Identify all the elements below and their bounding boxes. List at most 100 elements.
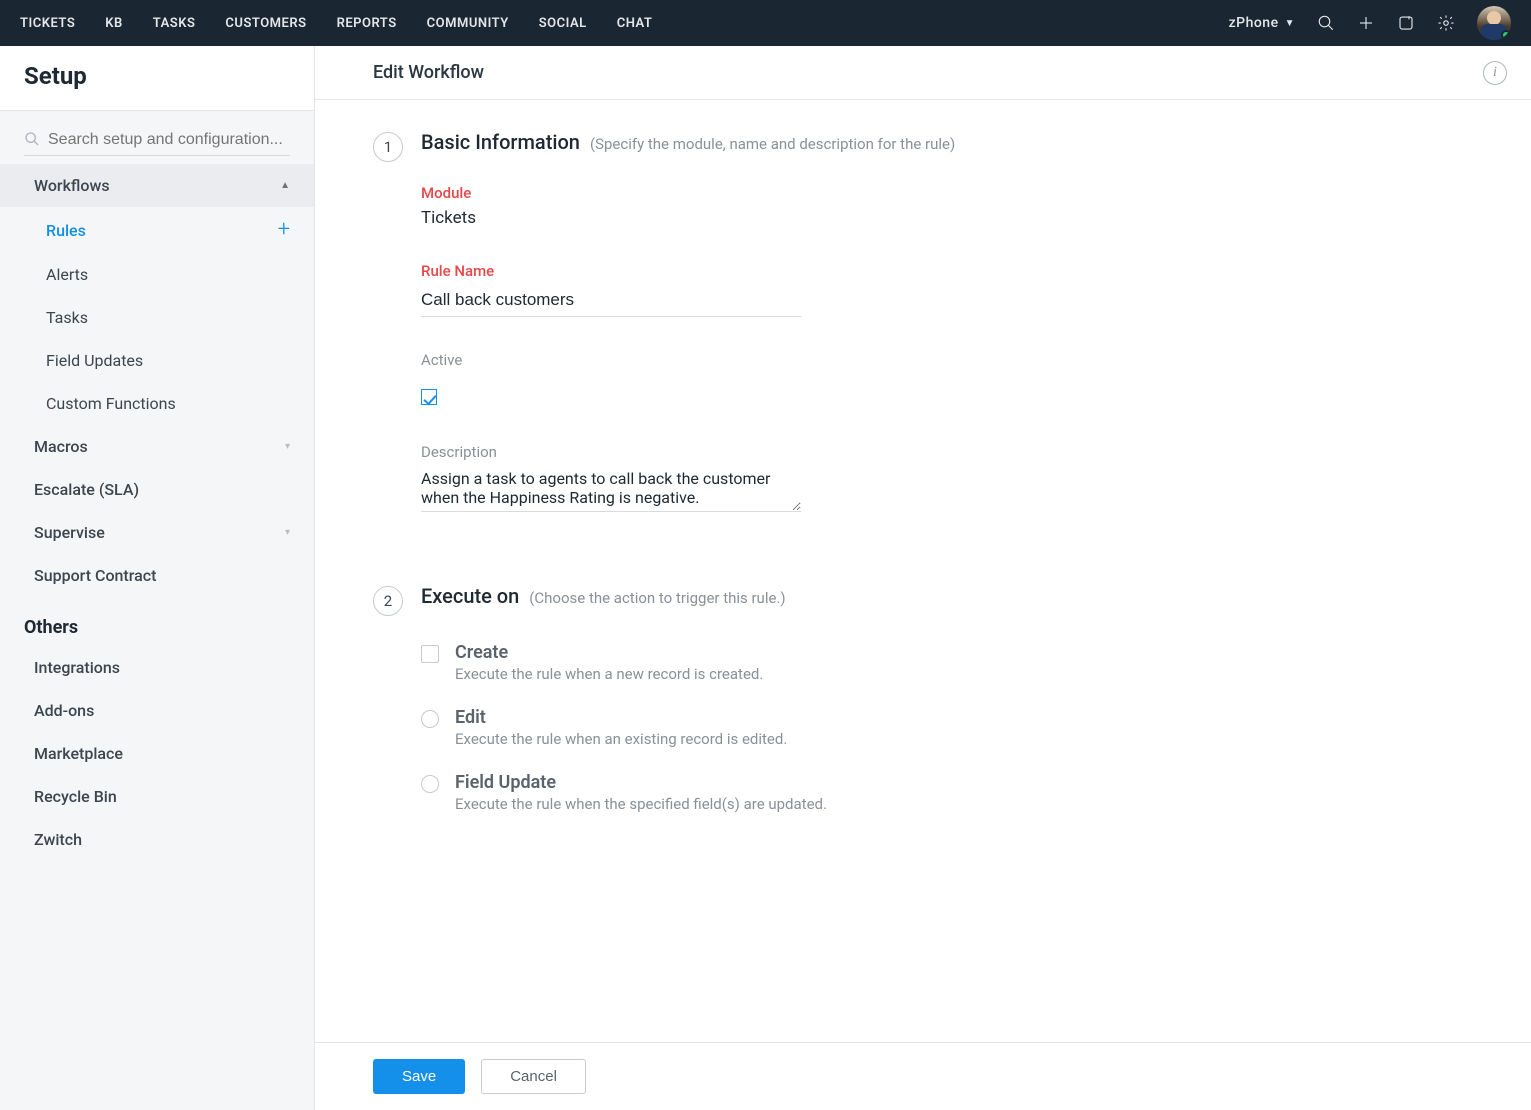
- sidebar-item-label: Add-ons: [34, 701, 94, 720]
- option-desc: Execute the rule when the specified fiel…: [455, 795, 827, 813]
- setup-title: Setup: [24, 62, 290, 90]
- sidebar-item-label: Marketplace: [34, 744, 123, 763]
- description-textarea[interactable]: [421, 467, 801, 512]
- brand-name: zPhone: [1229, 15, 1279, 31]
- nav-community[interactable]: COMMUNITY: [427, 16, 509, 31]
- content-header: Edit Workflow i: [315, 46, 1531, 100]
- step-basic-information: 1 Basic Information (Specify the module,…: [373, 130, 1471, 550]
- plus-icon[interactable]: [1357, 14, 1375, 32]
- sidebar-item-label: Rules: [46, 221, 86, 240]
- field-rule-name: Rule Name: [421, 262, 841, 317]
- option-create[interactable]: Create Execute the rule when a new recor…: [421, 642, 1471, 683]
- sidebar-item-label: Workflows: [34, 176, 110, 195]
- nav-chat[interactable]: CHAT: [617, 16, 653, 31]
- sidebar-item-support-contract[interactable]: Support Contract: [0, 554, 314, 597]
- sidebar-list: Workflows ▲ Rules + Alerts Tasks Field U…: [0, 164, 314, 1110]
- nav-kb[interactable]: KB: [105, 16, 123, 31]
- sidebar-item-field-updates[interactable]: Field Updates: [0, 339, 314, 382]
- step-hint: (Choose the action to trigger this rule.…: [529, 589, 785, 607]
- step-hint: (Specify the module, name and descriptio…: [590, 135, 955, 153]
- edit-radio[interactable]: [421, 710, 439, 728]
- sidebar-item-label: Macros: [34, 437, 88, 456]
- search-icon[interactable]: [1317, 14, 1335, 32]
- field-label-active: Active: [421, 351, 841, 369]
- top-nav: TICKETS KB TASKS CUSTOMERS REPORTS COMMU…: [0, 0, 1531, 46]
- sidebar-item-custom-functions[interactable]: Custom Functions: [0, 382, 314, 425]
- sidebar-item-zwitch[interactable]: Zwitch: [0, 818, 314, 861]
- sidebar-item-label: Custom Functions: [46, 394, 176, 413]
- sidebar-item-label: Support Contract: [34, 566, 156, 585]
- option-title: Field Update: [455, 772, 827, 793]
- search-icon: [24, 131, 40, 151]
- sidebar-group-others: Others: [0, 597, 314, 646]
- content-body: 1 Basic Information (Specify the module,…: [315, 100, 1531, 1042]
- gear-icon[interactable]: [1437, 14, 1455, 32]
- field-label-module: Module: [421, 184, 841, 202]
- sidebar-item-label: Integrations: [34, 658, 120, 677]
- sidebar-item-integrations[interactable]: Integrations: [0, 646, 314, 689]
- save-button[interactable]: Save: [373, 1059, 465, 1094]
- option-title: Edit: [455, 707, 787, 728]
- field-value-module: Tickets: [421, 208, 841, 228]
- active-checkbox[interactable]: [421, 389, 437, 405]
- sidebar-item-macros[interactable]: Macros ▾: [0, 425, 314, 468]
- option-title: Create: [455, 642, 763, 663]
- sidebar-item-workflows[interactable]: Workflows ▲: [0, 164, 314, 207]
- step-title: Execute on: [421, 584, 519, 608]
- nav-tickets[interactable]: TICKETS: [20, 16, 75, 31]
- sidebar-item-label: Escalate (SLA): [34, 480, 139, 499]
- nav-social[interactable]: SOCIAL: [539, 16, 587, 31]
- user-avatar[interactable]: [1477, 6, 1511, 40]
- top-nav-right: zPhone ▼: [1229, 6, 1511, 40]
- caret-up-icon: ▲: [280, 180, 290, 191]
- sidebar-item-alerts[interactable]: Alerts: [0, 253, 314, 296]
- sidebar-item-escalate[interactable]: Escalate (SLA): [0, 468, 314, 511]
- create-checkbox[interactable]: [421, 645, 439, 663]
- step-number: 2: [373, 586, 403, 616]
- field-label-rule-name: Rule Name: [421, 262, 841, 280]
- nav-tasks[interactable]: TASKS: [153, 16, 196, 31]
- field-description: Description: [421, 443, 841, 516]
- nav-reports[interactable]: REPORTS: [337, 16, 397, 31]
- rule-name-input[interactable]: [421, 286, 801, 317]
- option-desc: Execute the rule when a new record is cr…: [455, 665, 763, 683]
- top-nav-left: TICKETS KB TASKS CUSTOMERS REPORTS COMMU…: [20, 16, 652, 31]
- add-rule-icon[interactable]: +: [278, 219, 290, 241]
- field-label-description: Description: [421, 443, 841, 461]
- sidebar-item-addons[interactable]: Add-ons: [0, 689, 314, 732]
- option-desc: Execute the rule when an existing record…: [455, 730, 787, 748]
- field-update-radio[interactable]: [421, 775, 439, 793]
- sidebar-item-rules[interactable]: Rules +: [0, 207, 314, 253]
- presence-indicator: [1501, 30, 1511, 40]
- setup-search[interactable]: [24, 129, 290, 156]
- sidebar-item-marketplace[interactable]: Marketplace: [0, 732, 314, 775]
- notification-icon[interactable]: [1397, 14, 1415, 32]
- sidebar-item-label: Tasks: [46, 308, 88, 327]
- option-edit[interactable]: Edit Execute the rule when an existing r…: [421, 707, 1471, 748]
- step-execute-on: 2 Execute on (Choose the action to trigg…: [373, 584, 1471, 837]
- brand-switcher[interactable]: zPhone ▼: [1229, 15, 1295, 31]
- sidebar-item-recycle-bin[interactable]: Recycle Bin: [0, 775, 314, 818]
- chevron-down-icon: ▼: [1285, 18, 1295, 29]
- sidebar-item-supervise[interactable]: Supervise ▾: [0, 511, 314, 554]
- page-title: Edit Workflow: [373, 62, 484, 83]
- cancel-button[interactable]: Cancel: [481, 1059, 586, 1094]
- content: Edit Workflow i 1 Basic Information (Spe…: [315, 46, 1531, 1110]
- field-module: Module Tickets: [421, 184, 841, 228]
- nav-customers[interactable]: CUSTOMERS: [225, 16, 306, 31]
- step-title: Basic Information: [421, 130, 580, 154]
- sidebar-item-label: Field Updates: [46, 351, 143, 370]
- info-icon[interactable]: i: [1483, 61, 1507, 85]
- sidebar-item-label: Zwitch: [34, 830, 82, 849]
- caret-down-icon: ▾: [285, 441, 290, 452]
- setup-search-input[interactable]: [24, 131, 290, 149]
- setup-header: Setup: [0, 46, 314, 111]
- sidebar-item-label: Alerts: [46, 265, 88, 284]
- step-number: 1: [373, 132, 403, 162]
- content-footer: Save Cancel: [315, 1042, 1531, 1110]
- caret-down-icon: ▾: [285, 527, 290, 538]
- sidebar-item-tasks[interactable]: Tasks: [0, 296, 314, 339]
- sidebar: Setup Workflows ▲ Rules + Alerts T: [0, 46, 315, 1110]
- sidebar-item-label: Supervise: [34, 523, 105, 542]
- option-field-update[interactable]: Field Update Execute the rule when the s…: [421, 772, 1471, 813]
